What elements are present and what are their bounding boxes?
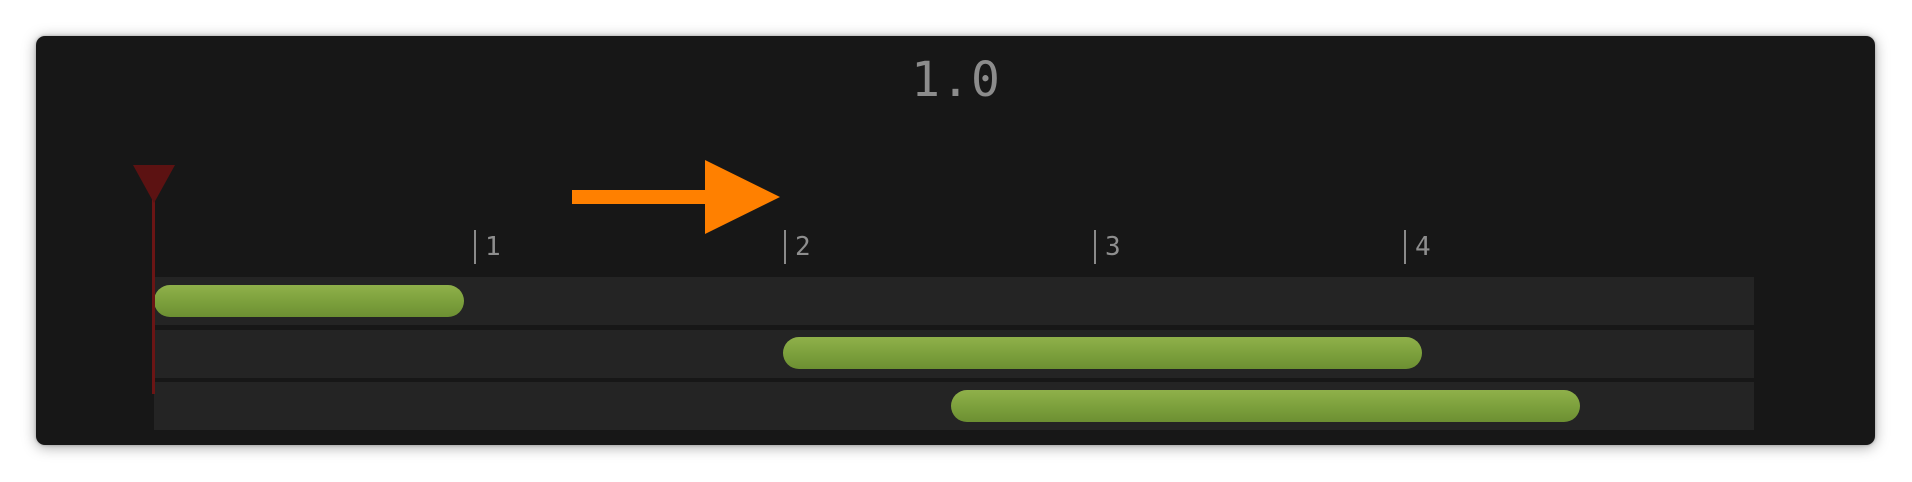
clip-track-1[interactable] [154,285,464,317]
ruler-tick-label-2: 2 [795,232,811,262]
ruler-tick-label-4: 4 [1415,232,1431,262]
time-display: 1.0 [911,52,1001,108]
ruler-tick-2 [784,230,786,264]
playhead-marker-icon[interactable] [133,165,175,203]
clip-track-2[interactable] [783,337,1422,369]
clip-track-3[interactable] [950,390,1580,422]
track-2 [154,330,1754,378]
ruler-tick-3 [1094,230,1096,264]
ruler-tick-label-1: 1 [485,232,501,262]
ruler-tick-4 [1404,230,1406,264]
ruler-tick-label-3: 3 [1105,232,1121,262]
ruler-tick-1 [474,230,476,264]
playhead-line[interactable] [152,198,155,394]
right-arrow-icon [572,160,780,234]
track-1 [154,277,1754,325]
track-3 [154,382,1754,430]
